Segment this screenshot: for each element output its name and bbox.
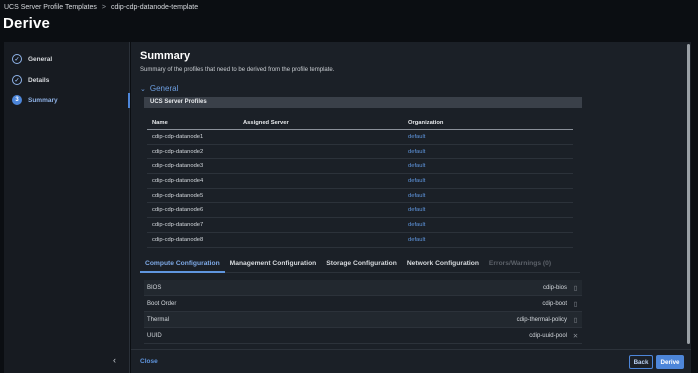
step-label: Summary (28, 96, 58, 104)
breadcrumb-parent-link[interactable]: UCS Server Profile Templates (4, 4, 97, 11)
policy-value: cdip-uuid-pool (529, 332, 567, 339)
wizard-steps-panel: ✓ General ✓ Details 3 Summary ‹ (4, 42, 130, 373)
column-header-assigned-server[interactable]: Assigned Server (243, 120, 408, 126)
check-circle-icon: ✓ (12, 54, 22, 64)
table-row: cdip-cdp-datanode8 default (147, 233, 573, 248)
document-icon[interactable]: ▯ (572, 284, 579, 292)
policy-value: cdip-bios (542, 284, 567, 291)
profile-name: cdip-cdp-datanode8 (152, 236, 204, 243)
document-icon[interactable]: ▯ (572, 300, 579, 308)
tab-errors-warnings: Errors/Warnings (0) (488, 260, 552, 267)
check-circle-icon: ✓ (12, 75, 22, 85)
scrollbar[interactable] (687, 44, 690, 344)
profile-name: cdip-cdp-datanode2 (152, 148, 204, 155)
tab-network-configuration[interactable]: Network Configuration (402, 258, 484, 273)
breadcrumb-separator: > (101, 4, 106, 11)
active-step-indicator (128, 93, 130, 108)
compute-configuration-list: BIOS cdip-bios ▯ Boot Order cdip-boot ▯ … (144, 280, 582, 344)
table-row: cdip-cdp-datanode2 default (147, 145, 573, 160)
organization-link[interactable]: default (408, 237, 573, 243)
list-item: Boot Order cdip-boot ▯ (144, 296, 582, 312)
derive-button[interactable]: Derive (656, 355, 684, 369)
table-row: cdip-cdp-datanode6 default (147, 203, 573, 219)
organization-link[interactable]: default (408, 207, 573, 213)
policy-label: UUID (147, 332, 162, 339)
table-row: cdip-cdp-datanode1 default (147, 130, 573, 145)
table-row: cdip-cdp-datanode7 default (147, 218, 573, 233)
profile-name: cdip-cdp-datanode6 (152, 207, 204, 214)
profile-name: cdip-cdp-datanode7 (152, 221, 204, 228)
profiles-table: Name Assigned Server Organization cdip-c… (147, 117, 573, 248)
organization-link[interactable]: default (408, 134, 573, 140)
step-number-icon: 3 (12, 95, 22, 105)
step-label: General (28, 55, 53, 63)
profile-name: cdip-cdp-datanode3 (152, 163, 204, 170)
profile-name: cdip-cdp-datanode1 (152, 133, 204, 140)
step-summary[interactable]: 3 Summary (12, 95, 58, 105)
list-item: BIOS cdip-bios ▯ (144, 280, 582, 296)
wizard-footer: Close Back Derive (131, 349, 691, 373)
summary-title: Summary (140, 50, 191, 62)
list-item: Thermal cdip-thermal-policy ▯ (144, 312, 582, 328)
policy-value: cdip-thermal-policy (516, 316, 567, 323)
general-section-toggle[interactable]: ⌄ General (140, 84, 178, 93)
table-row: cdip-cdp-datanode5 default (147, 189, 573, 204)
organization-link[interactable]: default (408, 149, 573, 155)
summary-subtitle: Summary of the profiles that need to be … (140, 67, 335, 73)
table-row: cdip-cdp-datanode4 default (147, 174, 573, 189)
chevron-left-icon[interactable]: ‹ (113, 355, 116, 365)
section-title: General (149, 84, 179, 93)
breadcrumb: UCS Server Profile Templates > cdip-cdp-… (4, 4, 198, 11)
step-details[interactable]: ✓ Details (12, 75, 49, 85)
organization-link[interactable]: default (408, 163, 573, 169)
close-icon[interactable]: ✕ (572, 332, 579, 340)
policy-value: cdip-boot (542, 300, 567, 307)
policy-label: BIOS (147, 284, 162, 291)
column-header-name[interactable]: Name (147, 120, 243, 126)
list-item: UUID cdip-uuid-pool ✕ (144, 328, 582, 344)
profiles-band-header: UCS Server Profiles (144, 97, 582, 108)
breadcrumb-current: cdip-cdp-datanode-template (110, 4, 199, 11)
back-button[interactable]: Back (629, 355, 653, 369)
organization-link[interactable]: default (408, 193, 573, 199)
table-row: cdip-cdp-datanode3 default (147, 159, 573, 175)
top-bar: UCS Server Profile Templates > cdip-cdp-… (0, 0, 698, 42)
tab-compute-configuration[interactable]: Compute Configuration (140, 258, 225, 273)
summary-panel: Summary Summary of the profiles that nee… (131, 42, 691, 373)
table-header: Name Assigned Server Organization (147, 117, 573, 130)
page-title: Derive (3, 15, 51, 32)
tab-storage-configuration[interactable]: Storage Configuration (321, 258, 402, 273)
policy-label: Boot Order (147, 300, 177, 307)
step-general[interactable]: ✓ General (12, 54, 52, 64)
document-icon[interactable]: ▯ (572, 316, 579, 324)
chevron-down-icon: ⌄ (140, 85, 146, 93)
configuration-tabs: Compute Configuration Management Configu… (140, 258, 580, 273)
organization-link[interactable]: default (408, 222, 573, 228)
column-header-organization[interactable]: Organization (408, 120, 573, 126)
profile-name: cdip-cdp-datanode4 (152, 177, 204, 184)
close-button[interactable]: Close (140, 358, 158, 365)
policy-label: Thermal (147, 316, 170, 323)
tab-management-configuration[interactable]: Management Configuration (225, 258, 322, 273)
profile-name: cdip-cdp-datanode5 (152, 192, 204, 199)
step-label: Details (28, 76, 50, 84)
organization-link[interactable]: default (408, 178, 573, 184)
